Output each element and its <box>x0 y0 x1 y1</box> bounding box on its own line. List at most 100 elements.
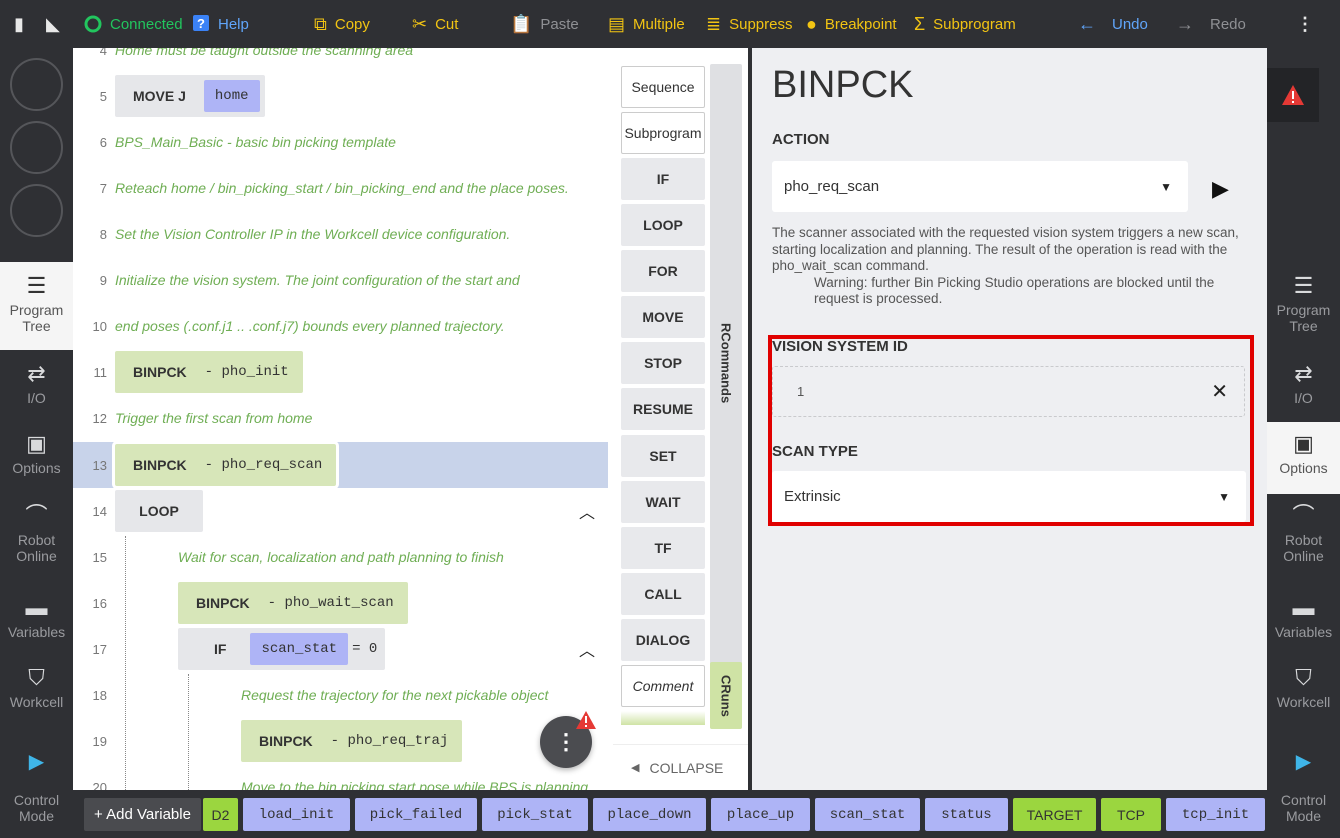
add-variable-button[interactable]: + Add Variable <box>84 798 201 831</box>
program-line-20[interactable]: 20 Move to the bin picking start pose wh… <box>73 764 613 790</box>
condition-value: = 0 <box>352 641 378 657</box>
program-line-10[interactable]: 10 end poses (.conf.j1 .. .conf.j7) boun… <box>73 303 613 349</box>
comment-text: BPS_Main_Basic - basic bin picking templ… <box>115 134 396 150</box>
vision-system-id-input[interactable]: 1 ✕ <box>772 366 1245 417</box>
nav-control-mode[interactable]: ▶ Control Mode <box>0 746 73 830</box>
cmd-call[interactable]: CALL <box>621 573 705 615</box>
binpck-block[interactable]: BINPCK - pho_wait_scan <box>178 582 408 624</box>
program-line-12[interactable]: 12 Trigger the first scan from home <box>73 395 613 441</box>
program-line-17[interactable]: 17 IF scan_stat = 0 ︿ <box>73 626 613 672</box>
close-icon[interactable]: ✕ <box>1211 379 1228 404</box>
cmd-move[interactable]: MOVE <box>621 296 705 338</box>
collapse-button[interactable]: ◀ COLLAPSE <box>613 744 748 790</box>
program-line-14[interactable]: 14 LOOP ︿ <box>73 488 613 534</box>
variable-chip[interactable]: place_down <box>593 798 706 831</box>
command-keyword: LOOP <box>139 503 179 519</box>
chevron-up-icon[interactable]: ︿ <box>579 499 595 523</box>
nav-variables[interactable]: ▬ Variables <box>0 592 73 658</box>
alert-button[interactable] <box>1267 68 1319 122</box>
cmd-stop[interactable]: STOP <box>621 342 705 384</box>
tab-rcommands[interactable]: RCommands <box>710 64 742 662</box>
program-line-11[interactable]: 11 BINPCK - pho_init <box>73 349 613 395</box>
more-menu-button[interactable]: ⋮ <box>1296 0 1314 48</box>
program-line-19[interactable]: 19 BINPCK - pho_req_traj <box>73 718 613 764</box>
nav-workcell[interactable]: ⛉ Workcell <box>0 662 73 728</box>
cmd-subprogram[interactable]: Subprogram <box>621 112 705 154</box>
binpck-block[interactable]: BINPCK - pho_req_traj <box>241 720 463 762</box>
program-line-7[interactable]: 7 Reteach home / bin_picking_start / bin… <box>73 165 613 211</box>
cmd-dialog[interactable]: DIALOG <box>621 619 705 661</box>
variable-chip[interactable]: pick_stat <box>482 798 588 831</box>
variable-chip[interactable]: TARGET <box>1013 798 1096 831</box>
line-number: 20 <box>92 779 107 791</box>
right-nav-options[interactable]: ▣ Options <box>1267 422 1340 494</box>
program-line-9[interactable]: 9 Initialize the vision system. The join… <box>73 257 613 303</box>
subprogram-button[interactable]: Σ Subprogram <box>914 0 1016 48</box>
tab-cruns[interactable]: CRuns <box>710 662 742 729</box>
kebab-menu-icon: ⋮ <box>555 729 577 754</box>
nav-io[interactable]: ⇄ I/O <box>0 358 73 424</box>
right-nav-control-mode[interactable]: ▶ Control Mode <box>1267 746 1340 830</box>
redo-button[interactable]: → Redo <box>1176 0 1246 48</box>
cmd-if[interactable]: IF <box>621 158 705 200</box>
connection-status[interactable]: Connected <box>84 0 183 48</box>
program-line-6[interactable]: 6 BPS_Main_Basic - basic bin picking tem… <box>73 119 613 165</box>
program-line-8[interactable]: 8 Set the Vision Controller IP in the Wo… <box>73 211 613 257</box>
help-button[interactable]: ? Help <box>192 0 249 48</box>
program-line-18[interactable]: 18 Request the trajectory for the next p… <box>73 672 613 718</box>
status-circle-3 <box>10 184 63 237</box>
move-j-block[interactable]: MOVE J home <box>115 75 265 117</box>
program-line-16[interactable]: 16 BINPCK - pho_wait_scan <box>73 580 613 626</box>
binpck-block[interactable]: BINPCK - pho_req_scan <box>115 444 337 486</box>
cmd-for[interactable]: FOR <box>621 250 705 292</box>
variable-chip[interactable]: scan_stat <box>815 798 920 831</box>
variable-chip[interactable]: scan_stat <box>250 633 349 665</box>
right-nav-variables[interactable]: ▬ Variables <box>1267 592 1340 658</box>
nav-robot-online[interactable]: ⌒ Robot Online <box>0 500 73 574</box>
nav-workcell-label: Workcell <box>9 694 64 710</box>
play-icon: ▶ <box>1212 176 1229 201</box>
program-line-15[interactable]: 15 Wait for scan, localization and path … <box>73 534 613 580</box>
program-line-4[interactable]: 4 Home must be taught outside the scanni… <box>73 48 613 73</box>
action-select[interactable]: pho_req_scan ▼ <box>772 161 1188 212</box>
variable-chip[interactable]: TCP <box>1101 798 1161 831</box>
suppress-button[interactable]: ≣ Suppress <box>706 0 792 48</box>
multiple-button[interactable]: ▤ Multiple <box>608 0 685 48</box>
right-nav-robot-online[interactable]: ⌒ Robot Online <box>1267 500 1340 574</box>
binpck-block[interactable]: BINPCK - pho_init <box>115 351 303 393</box>
breakpoint-button[interactable]: ● Breakpoint <box>806 0 897 48</box>
right-nav-workcell[interactable]: ⛉ Workcell <box>1267 662 1340 728</box>
copy-button[interactable]: ⧉ Copy <box>314 0 370 48</box>
variable-chip[interactable]: place_up <box>711 798 810 831</box>
program-line-5[interactable]: 5 MOVE J home <box>73 73 613 119</box>
cmd-wait[interactable]: WAIT <box>621 481 705 523</box>
right-nav-io[interactable]: ⇄ I/O <box>1267 358 1340 424</box>
cmd-comment[interactable]: Comment <box>621 665 705 707</box>
run-action-button[interactable]: ▶ <box>1212 176 1229 202</box>
variable-chip[interactable]: load_init <box>243 798 350 831</box>
nav-options[interactable]: ▣ Options <box>0 428 73 494</box>
variable-chip[interactable]: home <box>203 80 260 112</box>
paste-button[interactable]: 📋 Paste <box>510 0 579 48</box>
play-icon: ▶ <box>28 751 45 773</box>
variable-chip[interactable]: tcp_init <box>1166 798 1265 831</box>
chevron-up-icon[interactable]: ︿ <box>579 637 595 661</box>
cmd-resume[interactable]: RESUME <box>621 388 705 430</box>
cut-button[interactable]: ✂ Cut <box>412 0 458 48</box>
undo-button[interactable]: ← Undo <box>1078 0 1148 48</box>
cmd-set[interactable]: SET <box>621 435 705 477</box>
kebab-menu-icon: ⋮ <box>1296 14 1314 34</box>
right-nav-program-tree[interactable]: ☰ Program Tree <box>1267 270 1340 344</box>
variable-chip[interactable]: pick_failed <box>355 798 477 831</box>
program-line-13-selected[interactable]: 13 BINPCK - pho_req_scan <box>73 442 608 488</box>
variable-chip[interactable]: D2 <box>203 798 238 831</box>
clipboard-icon: ▣ <box>26 431 47 456</box>
variable-chip[interactable]: status <box>925 798 1008 831</box>
scan-type-select[interactable]: Extrinsic ▼ <box>772 471 1246 522</box>
nav-program-tree[interactable]: ☰ Program Tree <box>0 262 73 350</box>
cmd-tf[interactable]: TF <box>621 527 705 569</box>
if-block[interactable]: IF scan_stat = 0 <box>178 628 386 670</box>
cmd-sequence[interactable]: Sequence <box>621 66 705 108</box>
loop-block[interactable]: LOOP <box>115 490 203 532</box>
cmd-loop[interactable]: LOOP <box>621 204 705 246</box>
